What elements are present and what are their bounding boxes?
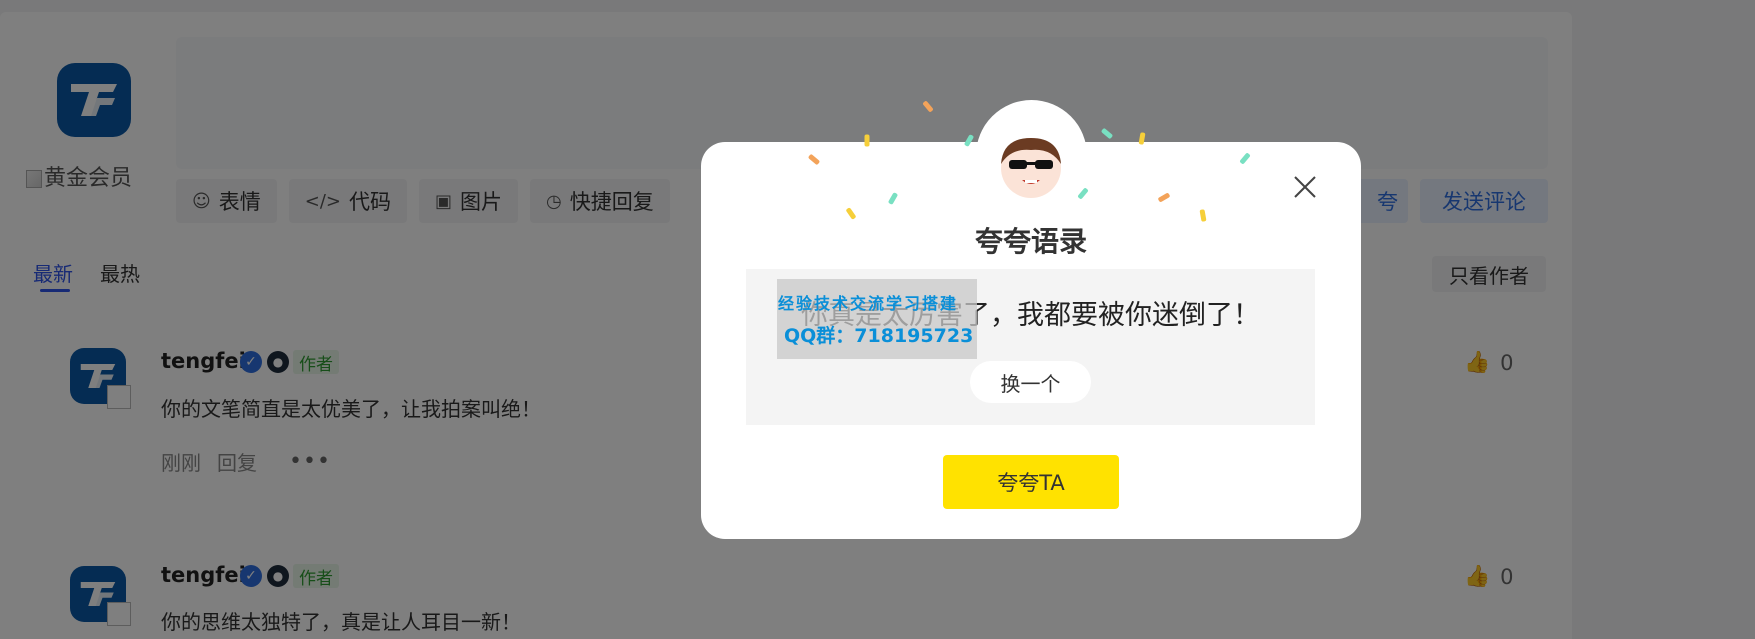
close-icon[interactable]: [1292, 174, 1318, 200]
confetti-piece: [864, 134, 870, 147]
watermark-line-1: 经验技术交流学习搭建: [778, 294, 959, 313]
modal-title: 夸夸语录: [974, 225, 1087, 258]
swap-quote-button[interactable]: 换一个: [970, 361, 1091, 403]
watermark-line-2: QQ群：718195723: [784, 325, 974, 347]
page: 黄金会员 ☺ 表情 </> 代码 ▣ 图片 ◷ 快捷回复 夸 发送评论 最新 最…: [0, 0, 1755, 639]
praise-ta-button[interactable]: 夸夸TA: [943, 455, 1119, 509]
cool-face-avatar-icon: [1001, 138, 1061, 198]
